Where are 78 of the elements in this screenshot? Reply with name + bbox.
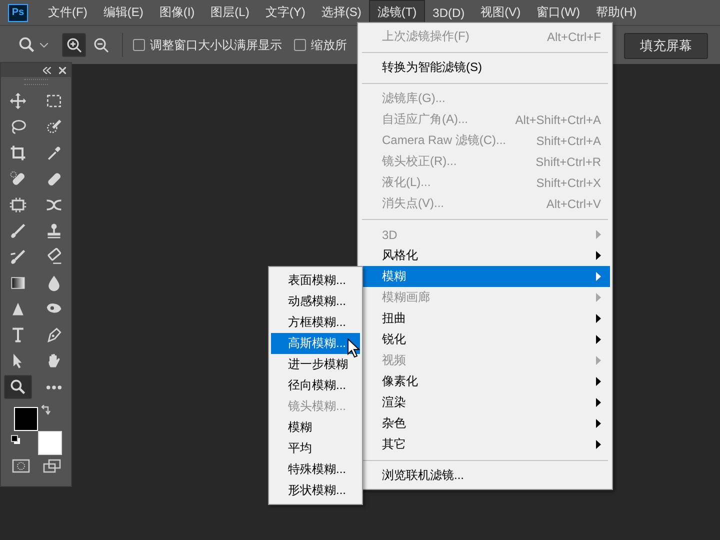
- menu-item[interactable]: 浏览联机滤镜...: [360, 465, 610, 486]
- move-icon: [9, 92, 27, 110]
- zoom-in-button[interactable]: [62, 33, 86, 57]
- checkbox-label: 缩放所: [311, 36, 347, 54]
- submenu-arrow-icon: [596, 293, 601, 302]
- caret-icon[interactable]: [40, 42, 48, 48]
- menu-item[interactable]: 其它: [360, 434, 610, 455]
- menu-item[interactable]: 动感模糊...: [271, 291, 360, 312]
- brush-selection-icon: [45, 118, 63, 136]
- dots-icon: [46, 384, 62, 390]
- submenu-arrow-icon: [596, 251, 601, 260]
- crop-icon: [9, 144, 27, 162]
- checkbox-label: 调整窗口大小以满屏显示: [150, 36, 282, 54]
- submenu-arrow-icon: [596, 314, 601, 323]
- zoom-in-icon: [66, 37, 82, 53]
- menu-item[interactable]: 形状模糊...: [271, 480, 360, 501]
- default-colors-icon[interactable]: [11, 435, 21, 445]
- submenu-arrow-icon: [596, 356, 601, 365]
- stamp-icon: [45, 222, 63, 240]
- menu-item[interactable]: 转换为智能滤镜(S): [360, 57, 610, 78]
- magnifier-icon: [9, 378, 27, 396]
- submenu-arrow-icon: [596, 377, 601, 386]
- submenu-arrow-icon: [596, 335, 601, 344]
- menu-item[interactable]: 3D(D): [424, 2, 473, 24]
- menu-item[interactable]: 文件(F): [40, 0, 96, 25]
- chip-icon: [9, 196, 27, 214]
- menu-item[interactable]: 编辑(E): [95, 0, 152, 25]
- foreground-color-swatch[interactable]: [14, 407, 38, 431]
- menu-item[interactable]: 图层(L): [202, 0, 258, 25]
- menu-item[interactable]: 窗口(W): [528, 0, 588, 25]
- menu-item[interactable]: 扭曲: [360, 308, 610, 329]
- dotted-bandage-icon: [9, 170, 27, 188]
- submenu-arrow-icon: [596, 272, 601, 281]
- magnifier-tool[interactable]: [4, 375, 32, 399]
- lasso-icon: [9, 118, 27, 136]
- menu-item[interactable]: 杂色: [360, 413, 610, 434]
- close-icon[interactable]: [59, 66, 66, 74]
- brush-icon: [9, 222, 27, 240]
- menu-item[interactable]: 平均: [271, 438, 360, 459]
- checkbox[interactable]: [294, 39, 306, 51]
- swap-colors-icon[interactable]: [41, 405, 51, 415]
- menu-item[interactable]: 径向模糊...: [271, 375, 360, 396]
- menu-item[interactable]: 图像(I): [151, 0, 203, 25]
- history-brush-icon: [9, 248, 27, 266]
- fill-screen-button[interactable]: 填充屏幕: [624, 33, 708, 59]
- submenu-arrow-icon: [596, 440, 601, 449]
- menu-item[interactable]: 文字(Y): [257, 0, 314, 25]
- menu-item[interactable]: 模糊: [271, 417, 360, 438]
- dashed-rectangle-icon: [45, 92, 63, 110]
- menu-item[interactable]: 视图(V): [472, 0, 529, 25]
- menu-item[interactable]: 表面模糊...: [271, 270, 360, 291]
- menu-item[interactable]: 方框模糊...: [271, 312, 360, 333]
- quick-mask-icon[interactable]: [12, 459, 30, 473]
- app-logo[interactable]: Ps: [8, 4, 28, 22]
- background-color-swatch[interactable]: [38, 431, 62, 455]
- eyedropper-icon: [45, 144, 63, 162]
- menu-item[interactable]: 锐化: [360, 329, 610, 350]
- menu-item[interactable]: 风格化: [360, 245, 610, 266]
- checkbox[interactable]: [133, 39, 145, 51]
- submenu-arrow-icon: [596, 419, 601, 428]
- mouse-pointer-icon: [347, 338, 360, 358]
- menu-item[interactable]: 选择(S): [313, 0, 370, 25]
- submenu-arrow-icon: [596, 230, 601, 239]
- screen-mode-icon[interactable]: [42, 459, 60, 473]
- menu-item[interactable]: 渲染: [360, 392, 610, 413]
- collapse-icon[interactable]: [43, 66, 51, 74]
- submenu-arrow-icon: [596, 398, 601, 407]
- zoom-out-icon: [93, 37, 109, 53]
- menu-item[interactable]: 像素化: [360, 371, 610, 392]
- eraser-icon: [45, 248, 63, 266]
- menu-item[interactable]: 帮助(H): [588, 0, 645, 25]
- menu-item[interactable]: 特殊模糊...: [271, 459, 360, 480]
- menu-item[interactable]: 进一步模糊: [271, 354, 360, 375]
- panel-grip[interactable]: [24, 79, 48, 85]
- magnifier-icon[interactable]: [18, 36, 36, 54]
- gradient-icon: [9, 274, 27, 292]
- pen-icon: [45, 326, 63, 344]
- menu-item[interactable]: 模糊: [360, 266, 610, 287]
